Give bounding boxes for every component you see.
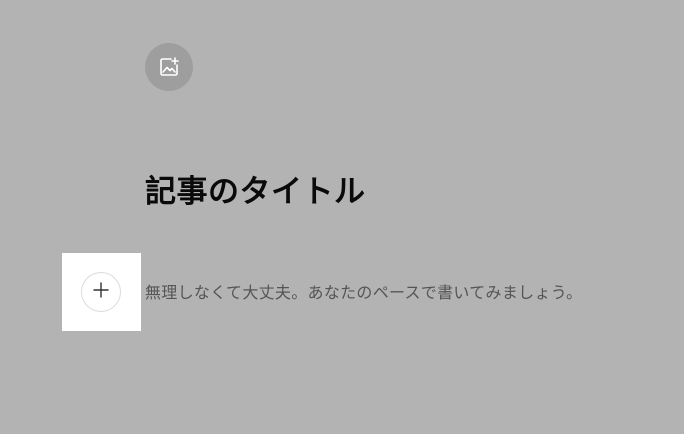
plus-icon (93, 282, 109, 302)
add-cover-image-button[interactable] (145, 43, 193, 91)
add-block-area (62, 253, 141, 331)
editor-page: 記事のタイトル 無理しなくて大丈夫。あなたのペースで書いてみましょう。 (0, 0, 684, 434)
image-add-icon (158, 56, 180, 78)
add-block-button[interactable] (81, 272, 121, 312)
article-body-input[interactable]: 無理しなくて大丈夫。あなたのペースで書いてみましょう。 (145, 279, 582, 303)
article-title-input[interactable]: 記事のタイトル (145, 166, 366, 211)
